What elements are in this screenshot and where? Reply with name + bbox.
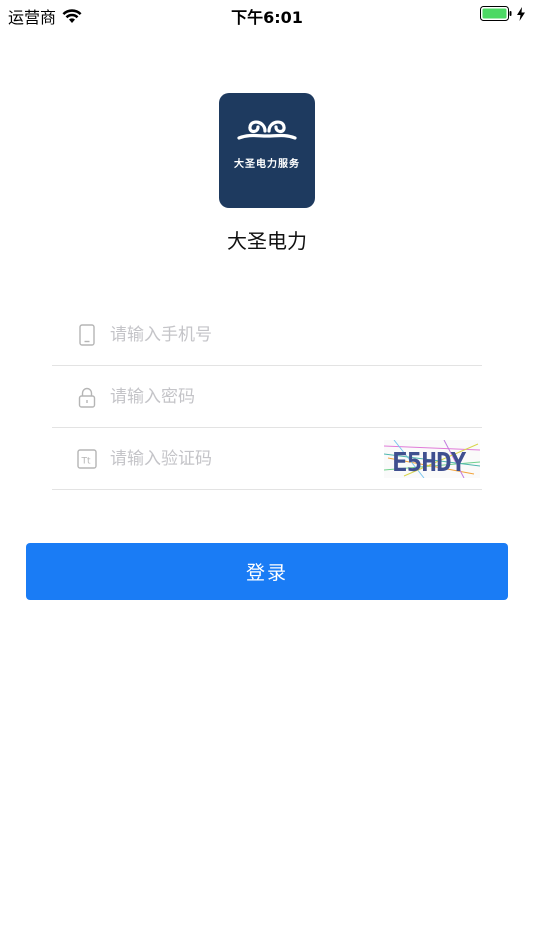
- login-form: Tt E5HDY: [52, 304, 482, 490]
- battery-icon: [480, 6, 512, 21]
- password-input[interactable]: [110, 386, 360, 407]
- app-name: 大圣电力: [227, 229, 307, 253]
- captcha-image[interactable]: E5HDY: [384, 440, 480, 478]
- status-bar: 运营商 下午6:01: [0, 0, 534, 28]
- password-field: [52, 366, 482, 428]
- svg-text:Tt: Tt: [81, 456, 91, 466]
- cloud-emblem-icon: [237, 120, 297, 140]
- clock: 下午6:01: [231, 8, 303, 27]
- login-button[interactable]: 登录: [26, 543, 508, 600]
- logo-tagline: 大圣电力服务: [234, 159, 300, 170]
- captcha-code: E5HDY: [392, 448, 467, 478]
- app-logo: 大圣电力服务: [219, 93, 315, 208]
- phone-field: [52, 304, 482, 366]
- captcha-field: Tt E5HDY: [52, 428, 482, 490]
- charging-bolt-icon: [517, 6, 525, 21]
- text-icon: Tt: [77, 448, 97, 469]
- login-screen: 运营商 下午6:01 大圣电力服务 大圣电力 请输入手机号 Tt 请输入验证码 …: [0, 0, 534, 950]
- battery-group: [480, 6, 526, 21]
- phone-input[interactable]: [110, 324, 360, 345]
- lock-icon: [78, 387, 96, 408]
- captcha-input[interactable]: [110, 448, 360, 469]
- phone-icon: [79, 323, 95, 346]
